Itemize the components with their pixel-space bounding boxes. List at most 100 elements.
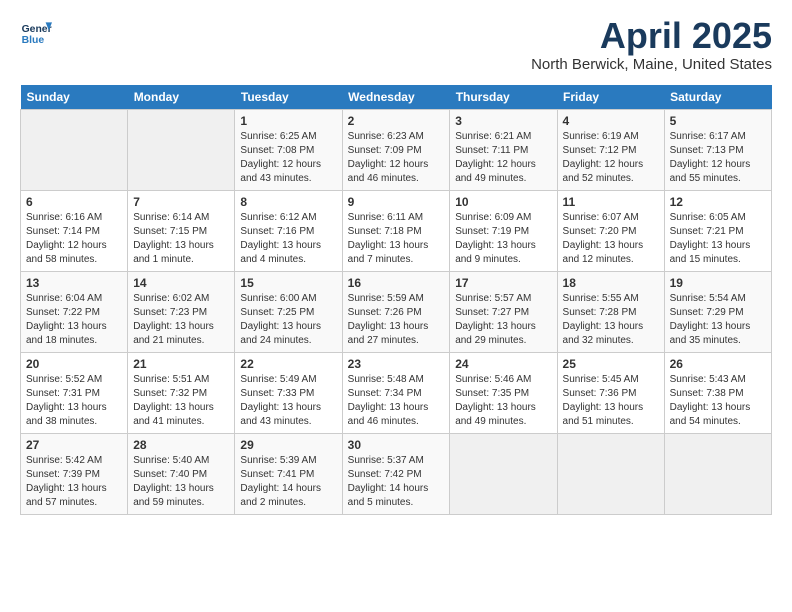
day-number: 15 (240, 276, 336, 290)
day-cell: 26Sunrise: 5:43 AM Sunset: 7:38 PM Dayli… (664, 352, 771, 433)
day-number: 30 (348, 438, 445, 452)
week-row-1: 1Sunrise: 6:25 AM Sunset: 7:08 PM Daylig… (21, 109, 772, 190)
calendar-body: 1Sunrise: 6:25 AM Sunset: 7:08 PM Daylig… (21, 109, 772, 514)
day-number: 7 (133, 195, 229, 209)
day-info: Sunrise: 6:14 AM Sunset: 7:15 PM Dayligh… (133, 211, 229, 267)
logo-icon: General Blue (20, 16, 52, 48)
day-cell: 29 Sunrise: 5:39 AM Sunset: 7:41 PM Dayli… (235, 433, 342, 514)
header-cell-sunday: Sunday (21, 85, 128, 110)
day-cell: 5 Sunrise: 6:17 AM Sunset: 7:13 PM Daylig… (664, 109, 771, 190)
day-cell (664, 433, 771, 514)
day-number: 20 (26, 357, 122, 371)
day-cell: 21 Sunrise: 5:51 AM Sunset: 7:32 PM Dayli… (128, 352, 235, 433)
day-cell: 15 Sunrise: 6:00 AM Sunset: 7:25 PM Dayli… (235, 271, 342, 352)
day-info: Sunrise: 5:43 AM Sunset: 7:38 PM Dayligh… (670, 373, 766, 429)
day-info: Sunrise: 5:52 AM Sunset: 7:31 PM Dayligh… (26, 373, 122, 429)
week-row-4: 20 Sunrise: 5:52 AM Sunset: 7:31 PM Dayli… (21, 352, 772, 433)
day-cell: 3Sunrise: 6:21 AM Sunset: 7:11 PM Daylig… (450, 109, 557, 190)
day-number: 17 (455, 276, 551, 290)
day-info: Sunrise: 5:40 AM Sunset: 7:40 PM Dayligh… (133, 454, 229, 510)
day-info: Sunrise: 6:16 AM Sunset: 7:14 PM Dayligh… (26, 211, 122, 267)
day-cell: 4Sunrise: 6:19 AM Sunset: 7:12 PM Daylig… (557, 109, 664, 190)
calendar-header: SundayMondayTuesdayWednesdayThursdayFrid… (21, 85, 772, 110)
day-info: Sunrise: 6:05 AM Sunset: 7:21 PM Dayligh… (670, 211, 766, 267)
day-info: Sunrise: 5:42 AM Sunset: 7:39 PM Dayligh… (26, 454, 122, 510)
day-info: Sunrise: 6:04 AM Sunset: 7:22 PM Dayligh… (26, 292, 122, 348)
header-row: SundayMondayTuesdayWednesdayThursdayFrid… (21, 85, 772, 110)
day-number: 11 (563, 195, 659, 209)
day-number: 16 (348, 276, 445, 290)
day-cell (21, 109, 128, 190)
day-number: 19 (670, 276, 766, 290)
day-info: Sunrise: 5:49 AM Sunset: 7:33 PM Dayligh… (240, 373, 336, 429)
calendar-subtitle: North Berwick, Maine, United States (531, 56, 772, 73)
logo: General Blue (20, 16, 52, 48)
day-number: 8 (240, 195, 336, 209)
page-header: General Blue April 2025 North Berwick, M… (20, 16, 772, 73)
header-cell-thursday: Thursday (450, 85, 557, 110)
day-number: 27 (26, 438, 122, 452)
day-info: Sunrise: 5:37 AM Sunset: 7:42 PM Dayligh… (348, 454, 445, 510)
day-number: 9 (348, 195, 445, 209)
title-block: April 2025 North Berwick, Maine, United … (531, 16, 772, 73)
header-cell-friday: Friday (557, 85, 664, 110)
day-number: 5 (670, 114, 766, 128)
header-cell-saturday: Saturday (664, 85, 771, 110)
week-row-2: 6 Sunrise: 6:16 AM Sunset: 7:14 PM Daylig… (21, 190, 772, 271)
day-number: 13 (26, 276, 122, 290)
day-cell: 17 Sunrise: 5:57 AM Sunset: 7:27 PM Dayli… (450, 271, 557, 352)
day-cell: 30 Sunrise: 5:37 AM Sunset: 7:42 PM Dayli… (342, 433, 450, 514)
day-cell: 2 Sunrise: 6:23 AM Sunset: 7:09 PM Daylig… (342, 109, 450, 190)
day-number: 24 (455, 357, 551, 371)
day-cell: 22 Sunrise: 5:49 AM Sunset: 7:33 PM Dayli… (235, 352, 342, 433)
day-number: 12 (670, 195, 766, 209)
day-info: Sunrise: 5:48 AM Sunset: 7:34 PM Dayligh… (348, 373, 445, 429)
day-number: 29 (240, 438, 336, 452)
day-number: 21 (133, 357, 229, 371)
svg-text:Blue: Blue (22, 35, 45, 46)
day-number: 2 (348, 114, 445, 128)
day-info: Sunrise: 5:45 AM Sunset: 7:36 PM Dayligh… (563, 373, 659, 429)
day-info: Sunrise: 5:51 AM Sunset: 7:32 PM Dayligh… (133, 373, 229, 429)
day-number: 23 (348, 357, 445, 371)
day-number: 1 (240, 114, 336, 128)
day-number: 6 (26, 195, 122, 209)
header-cell-monday: Monday (128, 85, 235, 110)
day-info: Sunrise: 6:02 AM Sunset: 7:23 PM Dayligh… (133, 292, 229, 348)
day-cell: 23 Sunrise: 5:48 AM Sunset: 7:34 PM Dayli… (342, 352, 450, 433)
day-cell: 13 Sunrise: 6:04 AM Sunset: 7:22 PM Dayli… (21, 271, 128, 352)
day-info: Sunrise: 5:39 AM Sunset: 7:41 PM Dayligh… (240, 454, 336, 510)
header-cell-wednesday: Wednesday (342, 85, 450, 110)
day-cell: 19 Sunrise: 5:54 AM Sunset: 7:29 PM Dayli… (664, 271, 771, 352)
day-info: Sunrise: 5:59 AM Sunset: 7:26 PM Dayligh… (348, 292, 445, 348)
day-cell: 7 Sunrise: 6:14 AM Sunset: 7:15 PM Daylig… (128, 190, 235, 271)
day-info: Sunrise: 6:09 AM Sunset: 7:19 PM Dayligh… (455, 211, 551, 267)
day-info: Sunrise: 5:57 AM Sunset: 7:27 PM Dayligh… (455, 292, 551, 348)
day-number: 10 (455, 195, 551, 209)
day-info: Sunrise: 6:00 AM Sunset: 7:25 PM Dayligh… (240, 292, 336, 348)
header-cell-tuesday: Tuesday (235, 85, 342, 110)
day-cell (450, 433, 557, 514)
day-cell: 16 Sunrise: 5:59 AM Sunset: 7:26 PM Dayli… (342, 271, 450, 352)
day-cell: 8 Sunrise: 6:12 AM Sunset: 7:16 PM Daylig… (235, 190, 342, 271)
day-info: Sunrise: 6:07 AM Sunset: 7:20 PM Dayligh… (563, 211, 659, 267)
day-cell: 28Sunrise: 5:40 AM Sunset: 7:40 PM Dayli… (128, 433, 235, 514)
day-info: Sunrise: 5:54 AM Sunset: 7:29 PM Dayligh… (670, 292, 766, 348)
day-info: Sunrise: 6:11 AM Sunset: 7:18 PM Dayligh… (348, 211, 445, 267)
calendar-table: SundayMondayTuesdayWednesdayThursdayFrid… (20, 85, 772, 515)
week-row-3: 13 Sunrise: 6:04 AM Sunset: 7:22 PM Dayli… (21, 271, 772, 352)
day-info: Sunrise: 6:19 AM Sunset: 7:12 PM Dayligh… (563, 130, 659, 186)
day-info: Sunrise: 6:17 AM Sunset: 7:13 PM Dayligh… (670, 130, 766, 186)
day-number: 18 (563, 276, 659, 290)
day-cell: 1Sunrise: 6:25 AM Sunset: 7:08 PM Daylig… (235, 109, 342, 190)
day-cell (128, 109, 235, 190)
day-cell: 25Sunrise: 5:45 AM Sunset: 7:36 PM Dayli… (557, 352, 664, 433)
day-info: Sunrise: 5:55 AM Sunset: 7:28 PM Dayligh… (563, 292, 659, 348)
day-cell: 18 Sunrise: 5:55 AM Sunset: 7:28 PM Dayli… (557, 271, 664, 352)
day-info: Sunrise: 6:12 AM Sunset: 7:16 PM Dayligh… (240, 211, 336, 267)
day-number: 3 (455, 114, 551, 128)
day-cell: 6 Sunrise: 6:16 AM Sunset: 7:14 PM Daylig… (21, 190, 128, 271)
day-number: 22 (240, 357, 336, 371)
day-info: Sunrise: 6:23 AM Sunset: 7:09 PM Dayligh… (348, 130, 445, 186)
day-cell: 10 Sunrise: 6:09 AM Sunset: 7:19 PM Dayli… (450, 190, 557, 271)
